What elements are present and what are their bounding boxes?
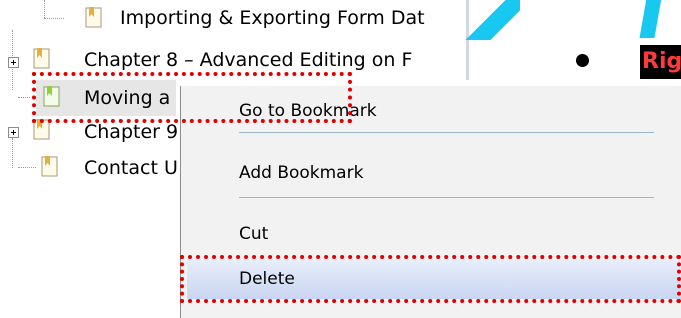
context-menu: Go to Bookmark Add Bookmark Cut Delete [180,86,681,318]
menu-item-label: Add Bookmark [239,163,364,183]
tree-item-chapter-8[interactable]: Chapter 8 – Advanced Editing on F [0,42,466,78]
decorative-shape [628,0,681,38]
expand-icon[interactable] [8,127,19,138]
tree-item-moving[interactable]: Moving a [36,80,176,116]
menu-item-label: Cut [239,224,269,244]
tree-item-label: Chapter 8 – Advanced Editing on F [84,49,413,71]
bookmark-icon [33,119,50,140]
tree-item-contact[interactable]: Contact U [0,150,180,186]
menu-item-label: Delete [239,269,295,289]
bullet-icon [576,54,589,67]
menu-item-delete[interactable]: Delete [187,259,681,299]
document-text-fragment: Rig [640,45,681,79]
decorative-shape [460,0,520,40]
bookmark-icon [43,86,60,107]
menu-item-cut[interactable]: Cut [187,217,681,251]
tree-item-label: Moving a [84,87,171,109]
bookmark-icon [85,7,102,28]
menu-separator [239,197,654,198]
menu-separator [239,132,654,133]
tree-item-label: Chapter 9 [84,121,179,143]
menu-item-label: Go to Bookmark [239,101,377,121]
tree-item-importing-exporting[interactable]: Importing & Exporting Form Dat [0,0,466,36]
tree-line [18,97,30,98]
expand-icon[interactable] [8,57,19,68]
tree-item-label: Importing & Exporting Form Dat [120,7,425,29]
menu-item-go-to-bookmark[interactable]: Go to Bookmark [187,94,681,128]
menu-item-add-bookmark[interactable]: Add Bookmark [187,156,681,190]
tree-item-chapter-9[interactable]: Chapter 9 [0,114,180,150]
tree-item-label: Contact U [84,157,178,179]
bookmark-icon [41,156,58,177]
bookmark-icon [33,48,50,69]
